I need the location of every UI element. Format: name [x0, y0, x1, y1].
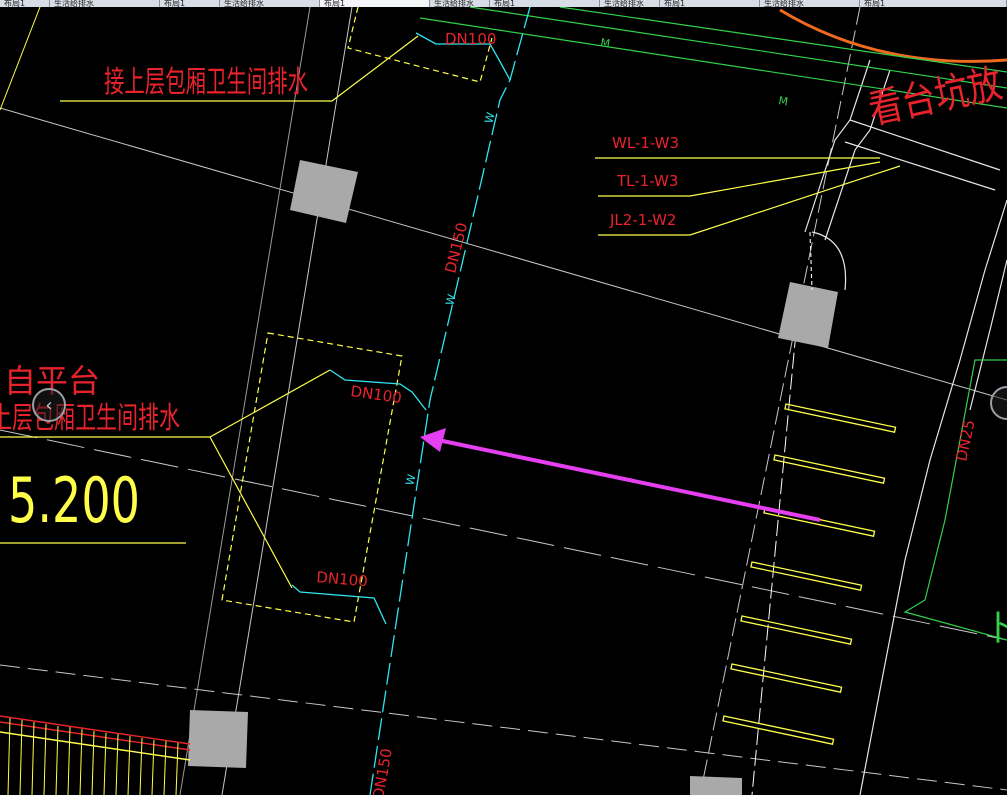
pointer-arrow — [420, 428, 821, 522]
stand-label: 看台坑放 — [865, 61, 1007, 134]
pipe-size-label: DN25 — [952, 418, 978, 463]
layout-tab[interactable]: 布局1 — [660, 0, 760, 7]
orange-arc — [779, 8, 1007, 63]
pipe-letter: M — [778, 94, 789, 108]
column — [290, 160, 358, 223]
structural-columns — [188, 160, 838, 795]
riser-label: TL-1-W3 — [616, 172, 678, 190]
layout-tab[interactable]: 布局1 — [0, 0, 50, 7]
pipe-letter: W — [403, 473, 418, 487]
layout-tab-active[interactable]: 布局1 — [320, 0, 430, 7]
riser-label: WL-1-W3 — [612, 134, 679, 152]
parking-stripes — [722, 403, 897, 745]
pipe-size-label: DN100 — [445, 30, 496, 48]
layout-tab-bar: 布局1 生活给排水 布局1 生活给排水 布局1 生活给排水 布局1 生活给排水 … — [0, 0, 1007, 7]
layout-tab[interactable]: 生活给排水 — [50, 0, 160, 7]
column — [690, 776, 742, 795]
layout-tab[interactable]: 生活给排水 — [760, 0, 860, 7]
pipe-size-label: DN150 — [441, 221, 471, 275]
pipe-letter: W — [443, 293, 458, 307]
layout-tab[interactable]: 布局1 — [860, 0, 1007, 7]
drawing-canvas[interactable]: 接上层包厢卫生间排水 自平台 接上层包厢卫生间排水 5.200 看台坑放 卜 D… — [0, 7, 1007, 795]
edge-glyph: 卜 — [984, 609, 1007, 649]
layout-tab[interactable]: 生活给排水 — [600, 0, 660, 7]
lower-drain-note: 接上层包厢卫生间排水 — [0, 401, 180, 436]
column — [778, 282, 838, 348]
pipe-letter: M — [600, 36, 611, 50]
elevation-label: 5.200 — [8, 464, 140, 537]
layout-tab[interactable]: 生活给排水 — [220, 0, 320, 7]
upper-drain-note: 接上层包厢卫生间排水 — [104, 65, 308, 100]
pipe-size-label: DN100 — [349, 382, 402, 407]
stair-lines — [0, 715, 191, 795]
column — [188, 710, 248, 768]
layout-tab[interactable]: 布局1 — [490, 0, 600, 7]
pipe-size-label: DN150 — [369, 747, 396, 795]
layout-tab[interactable]: 布局1 — [160, 0, 220, 7]
pipe-size-label: DN100 — [316, 568, 369, 590]
pipe-letter: W — [482, 111, 497, 125]
chevron-left-icon[interactable]: ‹ — [32, 388, 66, 422]
layout-tab[interactable]: 生活给排水 — [430, 0, 490, 7]
cad-viewer: 布局1 生活给排水 布局1 生活给排水 布局1 生活给排水 布局1 生活给排水 … — [0, 0, 1007, 795]
riser-label: JL2-1-W2 — [609, 211, 676, 229]
